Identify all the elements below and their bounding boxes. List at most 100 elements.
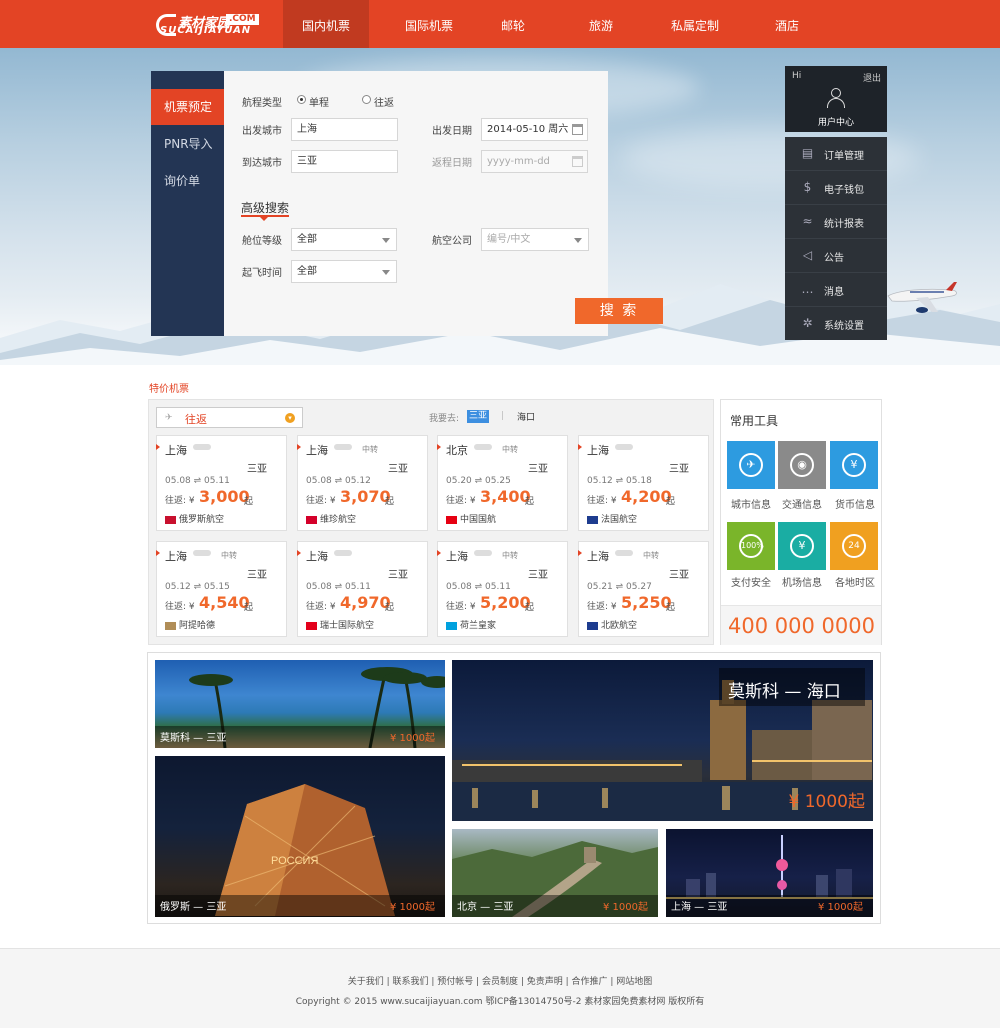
deal-from: 上海 [587, 550, 609, 563]
deal-price-suffix: 起 [244, 603, 254, 613]
greeting: Hi [792, 71, 802, 81]
deal-card[interactable]: 上海 中转 三亚 05.08 ⇌ 05.12 往返: ¥ 3,070 起维珍航空 [297, 435, 428, 531]
depart-city-label: 出发城市 [242, 126, 282, 137]
deal-price-prefix: 往返: ¥ [446, 496, 476, 506]
tool-label[interactable]: 各地时区 [825, 574, 885, 589]
footer-links[interactable]: 关于我们 | 联系我们 | 预付帐号 | 会员制度 | 免责声明 | 合作推广 … [0, 974, 1000, 987]
return-label[interactable]: 往返 [374, 94, 394, 109]
tab-inquiry[interactable]: 询价单 [151, 163, 224, 199]
deal-price: 3,400 [480, 487, 531, 506]
nav-domestic-flights[interactable]: 国内机票 [283, 0, 369, 48]
chevron-down-icon [382, 270, 390, 275]
time-select[interactable]: 全部 [291, 260, 397, 283]
menu-announcement[interactable]: ◁ 公告 [785, 239, 887, 273]
depart-date-label: 出发日期 [432, 126, 472, 137]
deal-from: 上海 [306, 444, 328, 457]
arrive-city-input[interactable]: 三亚 [291, 150, 398, 173]
deal-to: 三亚 [247, 464, 267, 475]
timezone-tile[interactable]: 24 [830, 522, 878, 570]
airline-logo-icon [446, 621, 457, 630]
photo-beijing-sanya[interactable]: 北京 — 三亚 ¥ 1000起 [452, 829, 658, 917]
deal-price: 4,540 [199, 593, 250, 612]
menu-wallet[interactable]: $ 电子钱包 [785, 171, 887, 205]
calendar-icon[interactable] [572, 156, 583, 167]
photo-russia-sanya[interactable]: РОССИЯ 俄罗斯 — 三亚 ¥ 1000起 [155, 756, 445, 917]
advanced-search-title[interactable]: 高级搜索 [241, 199, 289, 216]
depart-city-input[interactable]: 上海 [291, 118, 398, 141]
airport-info-tile[interactable]: ¥ [778, 522, 826, 570]
cabin-select[interactable]: 全部 [291, 228, 397, 251]
menu-settings[interactable]: ✲ 系统设置 [785, 307, 887, 341]
photo-price: ¥ 1000起 [390, 733, 435, 744]
nav-private-custom[interactable]: 私属定制 [659, 0, 731, 48]
tools-panel: 常用工具 ✈ ◉ ¥ 城市信息 交通信息 货币信息 100% ¥ 24 支付安全… [720, 399, 882, 645]
deal-card[interactable]: 上海 中转 三亚 05.12 ⇌ 05.15 往返: ¥ 4,540 起阿提哈德 [156, 541, 287, 637]
dest-tab-haikou[interactable]: 海口 [517, 410, 535, 423]
payment-safety-tile[interactable]: 100% [727, 522, 775, 570]
deal-card[interactable]: 上海 中转 三亚 05.08 ⇌ 05.11 往返: ¥ 5,200 起荷兰皇家 [437, 541, 568, 637]
menu-messages[interactable]: … 消息 [785, 273, 887, 307]
deal-card[interactable]: 上海 三亚 05.08 ⇌ 05.11 往返: ¥ 3,000 起俄罗斯航空 [156, 435, 287, 531]
menu-order-management[interactable]: ▤ 订单管理 [785, 137, 887, 171]
traffic-info-tile[interactable]: ◉ [778, 441, 826, 489]
deal-card[interactable]: 上海 三亚 05.08 ⇌ 05.11 往返: ¥ 4,970 起瑞士国际航空 [297, 541, 428, 637]
oneway-label[interactable]: 单程 [309, 94, 329, 109]
menu-reports[interactable]: ≈ 统计报表 [785, 205, 887, 239]
user-center-header[interactable]: Hi 退出 用户中心 [785, 66, 887, 132]
top-nav: 素材家园 .COM SUCAIJIAYUAN 国内机票 国际机票 邮轮 旅游 私… [0, 0, 1000, 48]
tool-label[interactable]: 机场信息 [772, 574, 832, 589]
hotline-number: 400 000 0000 [728, 614, 875, 638]
return-radio[interactable] [362, 95, 371, 104]
booking-panel: 机票预定 PNR导入 询价单 航程类型 单程 往返 出发城市 上海 出发日期 2… [151, 71, 663, 336]
deal-price-prefix: 往返: ¥ [587, 602, 617, 612]
deal-to: 三亚 [669, 570, 689, 581]
photo-moscow-sanya[interactable]: 莫斯科 — 三亚 ¥ 1000起 [155, 660, 445, 748]
calendar-icon[interactable] [572, 124, 583, 135]
return-date-input[interactable]: yyyy-mm-dd [481, 150, 588, 173]
marker-icon [156, 550, 160, 556]
currency-info-tile[interactable]: ¥ [830, 441, 878, 489]
gear-icon: ✲ [802, 316, 813, 330]
deal-to: 三亚 [528, 570, 548, 581]
depart-date-input[interactable]: 2014-05-10 周六 [481, 118, 588, 141]
deal-price: 5,250 [621, 593, 672, 612]
marker-icon [156, 444, 160, 450]
nav-international-flights[interactable]: 国际机票 [387, 0, 471, 48]
deal-dates: 05.12 ⇌ 05.18 [587, 476, 652, 486]
photo-price: ¥ 1000起 [818, 902, 863, 913]
photo-shanghai-sanya[interactable]: 上海 — 三亚 ¥ 1000起 [666, 829, 873, 917]
dest-tab-sanya[interactable]: 三亚 [467, 410, 489, 423]
deal-card[interactable]: 北京 中转 三亚 05.20 ⇌ 05.25 往返: ¥ 3,400 起中国国航 [437, 435, 568, 531]
clock-icon: 24 [842, 534, 866, 558]
chevron-down-icon [574, 238, 582, 243]
airline-select[interactable]: 编号/中文 [481, 228, 589, 251]
trip-type-dropdown[interactable]: ✈ 往返 ▾ [156, 407, 303, 428]
user-panel: Hi 退出 用户中心 ▤ 订单管理 $ 电子钱包 ≈ 统计报表 ◁ 公告 … 消息 ✲ 系统… [785, 66, 887, 340]
site-logo[interactable]: 素材家园 .COM SUCAIJIAYUAN [156, 12, 260, 38]
tool-label[interactable]: 货币信息 [825, 496, 885, 511]
tab-pnr-import[interactable]: PNR导入 [151, 126, 224, 162]
tab-ticket-booking[interactable]: 机票预定 [151, 89, 224, 125]
deal-transfer: 中转 [362, 445, 378, 454]
nav-hotel[interactable]: 酒店 [760, 0, 814, 48]
deal-card[interactable]: 上海 中转 三亚 05.21 ⇌ 05.27 往返: ¥ 5,250 起北欧航空 [578, 541, 709, 637]
nav-cruise[interactable]: 邮轮 [486, 0, 540, 48]
tool-label[interactable]: 交通信息 [772, 496, 832, 511]
user-icon [827, 88, 845, 108]
deal-price-suffix: 起 [525, 603, 535, 613]
deal-card[interactable]: 上海 三亚 05.12 ⇌ 05.18 往返: ¥ 4,200 起法国航空 [578, 435, 709, 531]
deal-transfer: 中转 [502, 445, 518, 454]
nav-travel[interactable]: 旅游 [574, 0, 628, 48]
dest-separator: | [501, 411, 505, 421]
marker-icon [578, 444, 582, 450]
deal-price-suffix: 起 [385, 497, 395, 507]
deal-to: 三亚 [388, 570, 408, 581]
city-info-tile[interactable]: ✈ [727, 441, 775, 489]
photo-moscow-haikou[interactable]: 莫斯科 — 海口 ¥ 1000起 [452, 660, 873, 821]
deals-panel: ✈ 往返 ▾ 我要去: 三亚 | 海口 上海 三亚 05.08 ⇌ 05.11 往返:… [148, 399, 714, 645]
logout-link[interactable]: 退出 [863, 71, 881, 84]
plane-icon [334, 444, 352, 450]
oneway-radio[interactable] [297, 95, 306, 104]
user-center-label[interactable]: 用户中心 [785, 115, 887, 128]
search-button[interactable]: 搜 索 [575, 298, 663, 324]
